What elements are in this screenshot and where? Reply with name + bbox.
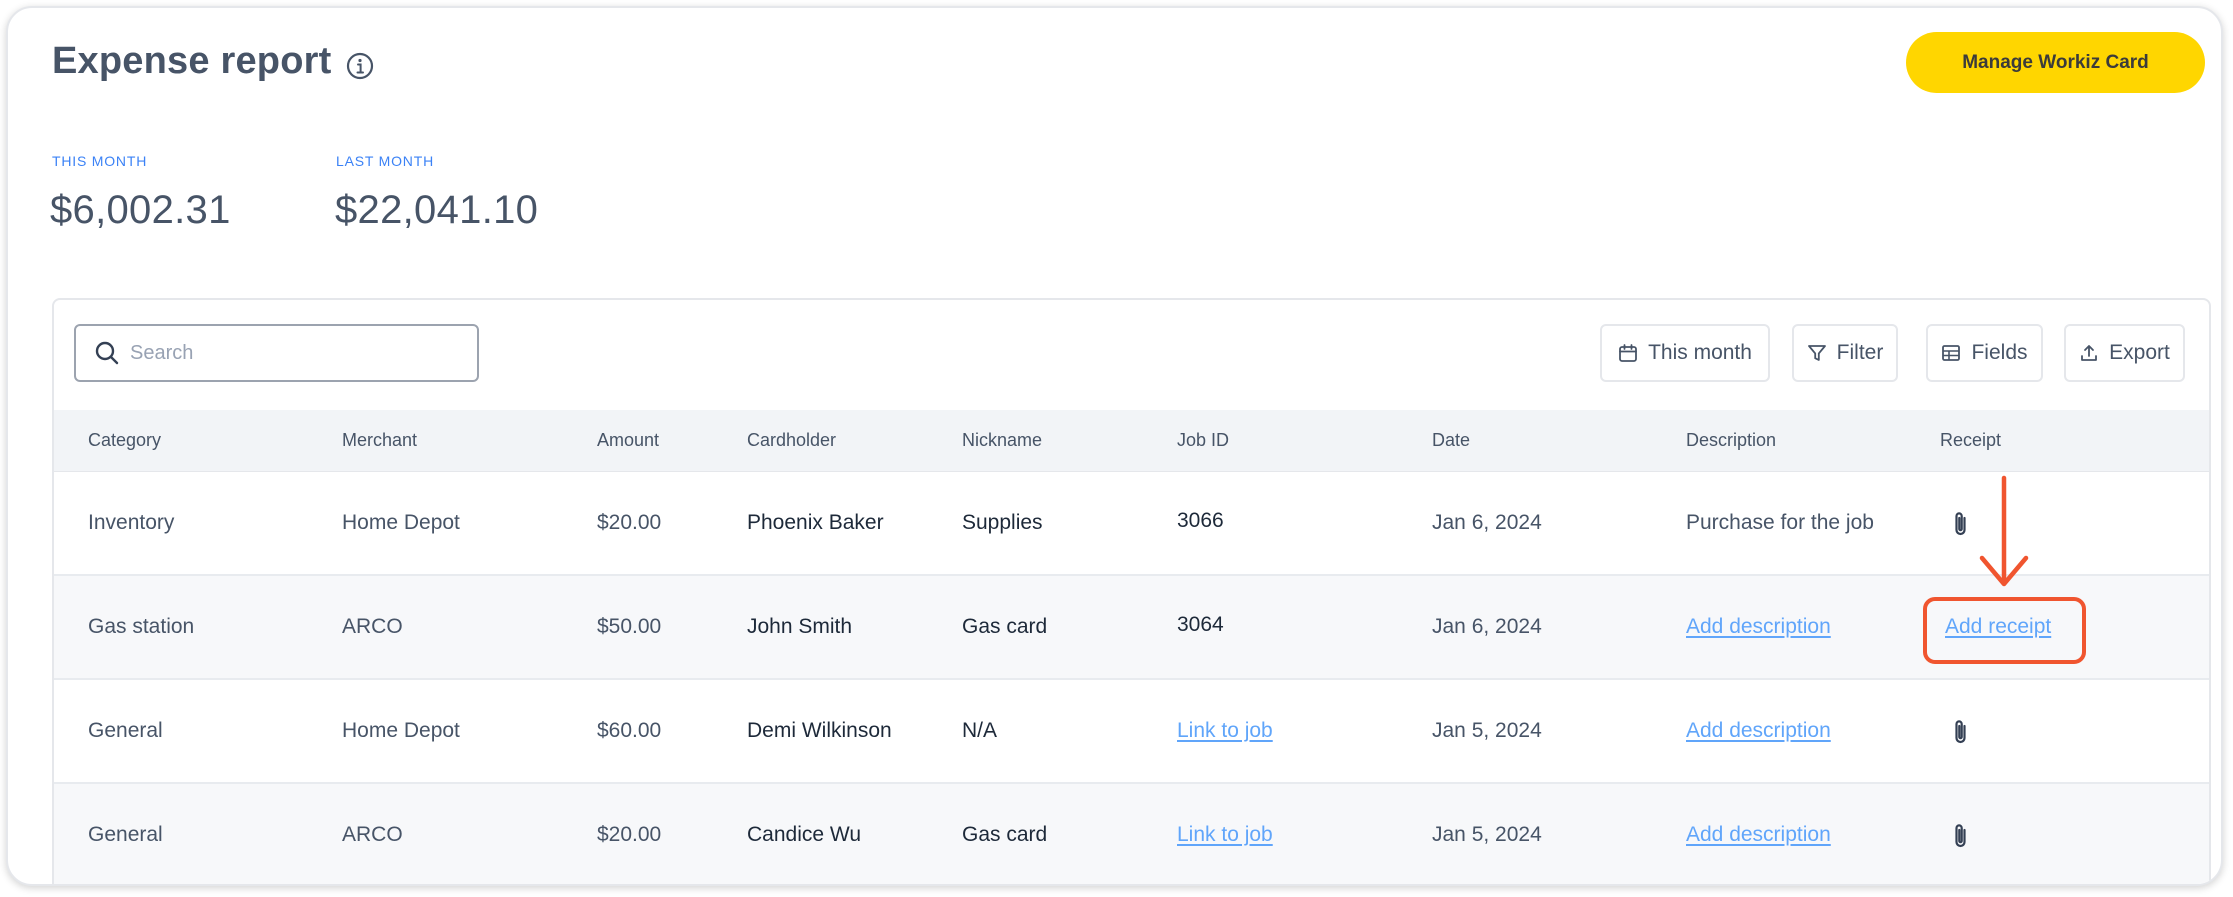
calendar-icon bbox=[1619, 344, 1637, 362]
attachment-icon[interactable] bbox=[1950, 510, 1972, 538]
export-label: Export bbox=[2109, 341, 2170, 364]
search-icon bbox=[95, 341, 119, 365]
manage-workiz-card-button[interactable]: Manage Workiz Card bbox=[1906, 32, 2205, 93]
job-id-cell[interactable]: 3066 bbox=[1177, 509, 1224, 533]
column-header[interactable]: Merchant bbox=[342, 430, 417, 451]
last-month-value: $22,041.10 bbox=[335, 188, 539, 232]
amount-cell: $20.00 bbox=[597, 823, 662, 846]
link-to-job-link[interactable]: Link to job bbox=[1177, 823, 1273, 847]
column-header[interactable]: Date bbox=[1432, 430, 1470, 451]
category-cell: General bbox=[88, 719, 163, 742]
date-cell: Jan 5, 2024 bbox=[1432, 719, 1542, 742]
expense-table-panel: This month Filter Fields Export Category… bbox=[52, 298, 2211, 884]
cardholder-cell: John Smith bbox=[747, 615, 853, 638]
nickname-cell: N/A bbox=[962, 719, 998, 742]
table-columns-icon bbox=[1942, 345, 1961, 361]
link-to-job-link[interactable]: Link to job bbox=[1177, 719, 1273, 743]
filter-button[interactable]: Filter bbox=[1792, 324, 1898, 382]
merchant-cell: ARCO bbox=[342, 823, 403, 846]
last-month-label: LAST MONTH bbox=[336, 153, 434, 169]
column-header[interactable]: Receipt bbox=[1940, 430, 2001, 451]
date-cell: Jan 6, 2024 bbox=[1432, 615, 1542, 638]
table-row[interactable]: Gas station ARCO $50.00 John Smith Gas c… bbox=[54, 576, 2209, 680]
attachment-icon[interactable] bbox=[1950, 718, 1972, 746]
add-description-link[interactable]: Add description bbox=[1686, 615, 1831, 639]
job-id-cell[interactable]: 3064 bbox=[1177, 613, 1224, 637]
table-row[interactable]: Inventory Home Depot $20.00 Phoenix Bake… bbox=[54, 472, 2209, 576]
upload-icon bbox=[2081, 345, 2098, 361]
category-cell: General bbox=[88, 823, 163, 846]
attachment-icon[interactable] bbox=[1950, 822, 1972, 850]
table-row[interactable]: General Home Depot $60.00 Demi Wilkinson… bbox=[54, 680, 2209, 784]
add-description-link[interactable]: Add description bbox=[1686, 823, 1831, 847]
this-month-label: THIS MONTH bbox=[52, 153, 148, 169]
nickname-cell: Gas card bbox=[962, 615, 1048, 638]
add-description-link[interactable]: Add description bbox=[1686, 719, 1831, 743]
cardholder-cell: Candice Wu bbox=[747, 823, 862, 846]
date-range-label: This month bbox=[1648, 341, 1752, 364]
cardholder-cell: Demi Wilkinson bbox=[747, 719, 892, 742]
expense-report-card: Expense report Manage Workiz Card THIS M… bbox=[6, 6, 2223, 886]
nickname-cell: Supplies bbox=[962, 511, 1043, 534]
column-header[interactable]: Category bbox=[88, 430, 161, 451]
column-header[interactable]: Job ID bbox=[1177, 430, 1229, 451]
search-input[interactable] bbox=[130, 341, 450, 365]
column-header[interactable]: Description bbox=[1686, 430, 1776, 451]
amount-cell: $60.00 bbox=[597, 719, 662, 742]
add-receipt-link[interactable]: Add receipt bbox=[1945, 615, 2051, 639]
date-range-button[interactable]: This month bbox=[1600, 324, 1770, 382]
merchant-cell: Home Depot bbox=[342, 511, 460, 534]
column-header[interactable]: Cardholder bbox=[747, 430, 836, 451]
filter-icon bbox=[1807, 345, 1826, 361]
export-button[interactable]: Export bbox=[2064, 324, 2185, 382]
amount-cell: $20.00 bbox=[597, 511, 662, 534]
column-header[interactable]: Amount bbox=[597, 430, 659, 451]
table-header: Category Merchant Amount Cardholder Nick… bbox=[54, 410, 2209, 472]
date-cell: Jan 6, 2024 bbox=[1432, 511, 1542, 534]
merchant-cell: ARCO bbox=[342, 615, 403, 638]
filter-label: Filter bbox=[1836, 341, 1884, 364]
date-cell: Jan 5, 2024 bbox=[1432, 823, 1542, 846]
category-cell: Inventory bbox=[88, 511, 175, 534]
nickname-cell: Gas card bbox=[962, 823, 1048, 846]
description-cell[interactable]: Purchase for the job bbox=[1686, 511, 1874, 535]
page-title: Expense report bbox=[52, 40, 332, 82]
merchant-cell: Home Depot bbox=[342, 719, 460, 742]
fields-button[interactable]: Fields bbox=[1926, 324, 2043, 382]
info-icon[interactable] bbox=[344, 50, 376, 82]
amount-cell: $50.00 bbox=[597, 615, 662, 638]
search-box[interactable] bbox=[74, 324, 479, 382]
table-row[interactable]: General ARCO $20.00 Candice Wu Gas card … bbox=[54, 784, 2209, 884]
cardholder-cell: Phoenix Baker bbox=[747, 511, 884, 534]
annotation-arrow-icon bbox=[1979, 475, 2029, 587]
fields-label: Fields bbox=[1971, 341, 2028, 364]
column-header[interactable]: Nickname bbox=[962, 430, 1042, 451]
this-month-value: $6,002.31 bbox=[50, 188, 231, 232]
category-cell: Gas station bbox=[88, 615, 195, 638]
